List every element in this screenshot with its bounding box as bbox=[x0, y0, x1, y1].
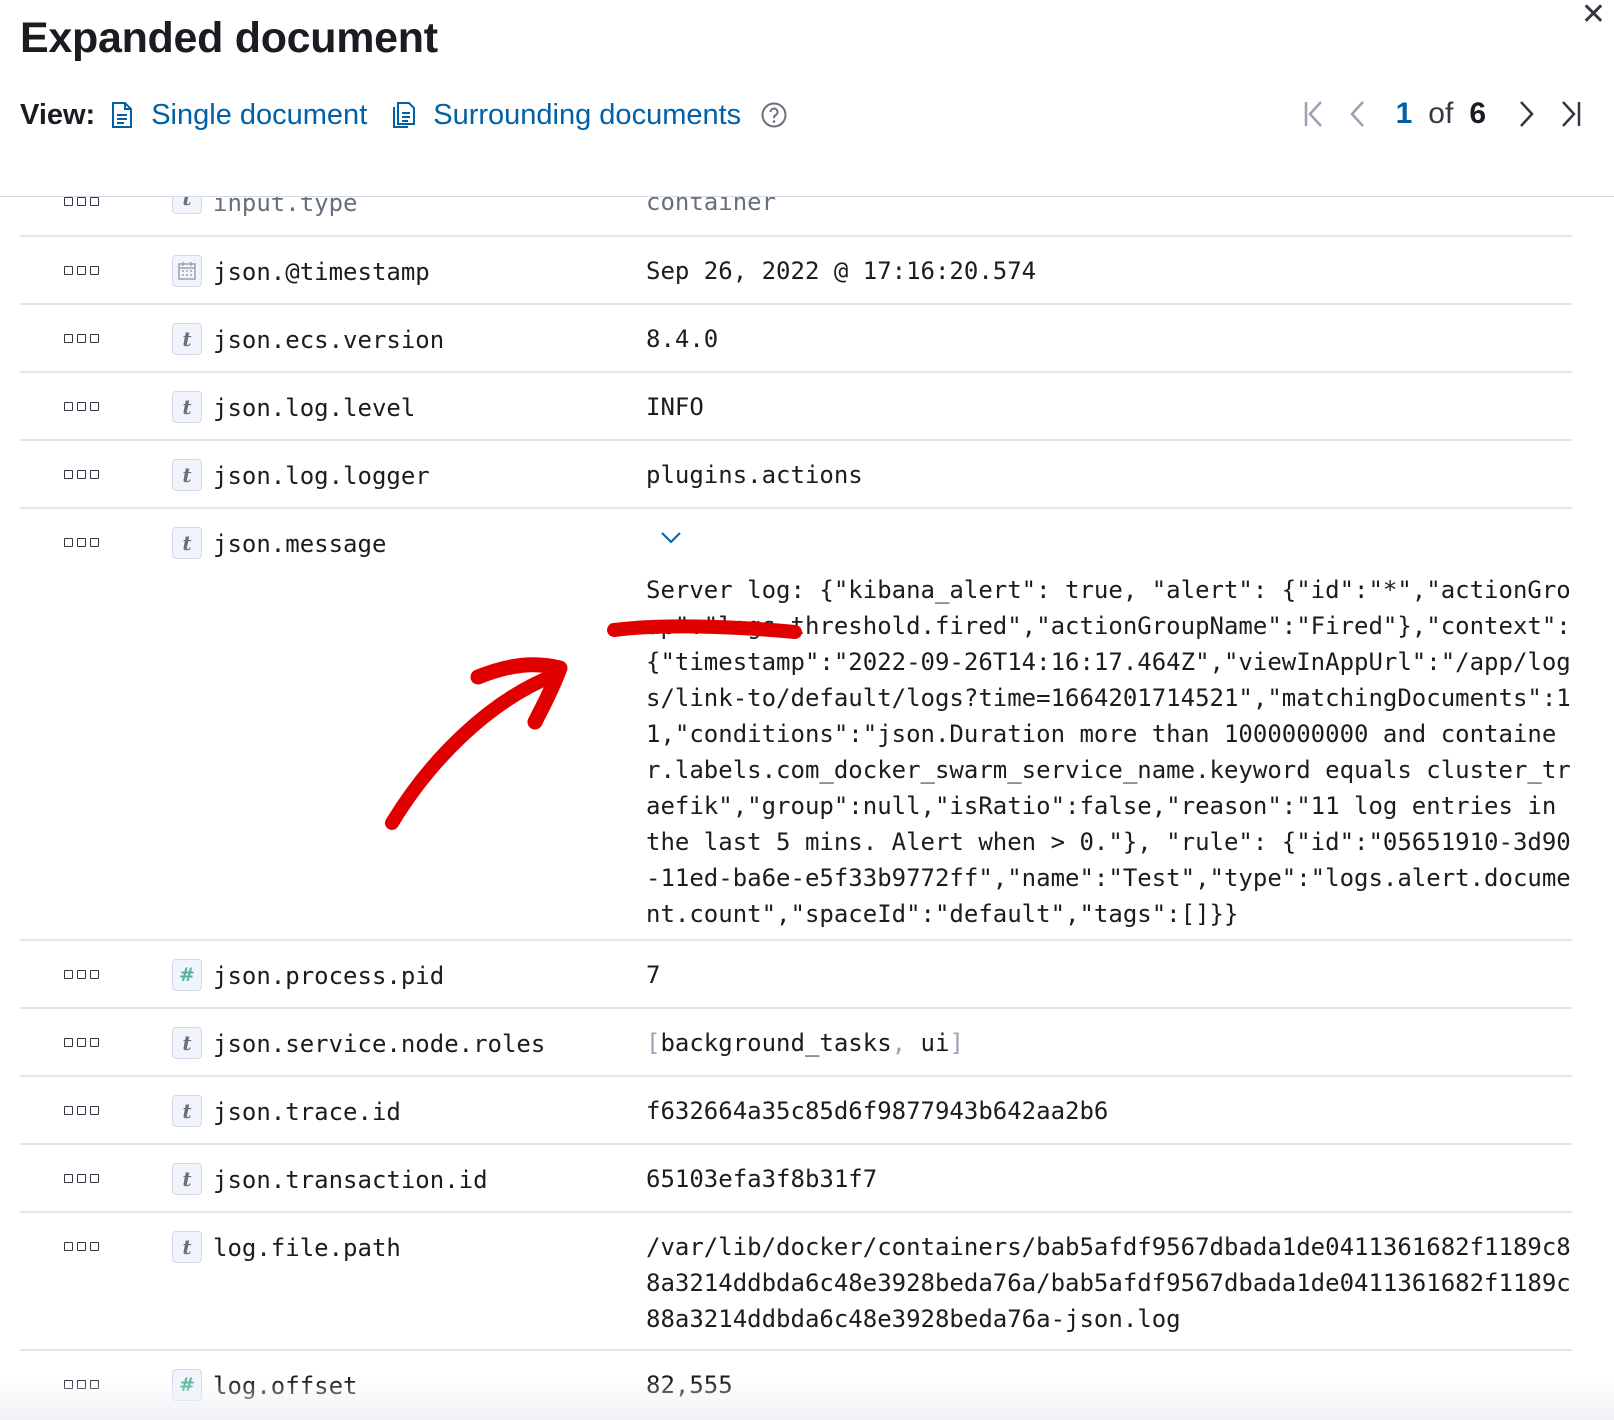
field-value: 7 bbox=[646, 961, 661, 989]
field-actions-icon[interactable] bbox=[64, 1038, 100, 1052]
text-type-icon: t bbox=[172, 459, 202, 491]
array-open-bracket: [ bbox=[646, 1029, 661, 1057]
field-actions-icon[interactable] bbox=[64, 334, 100, 348]
pager-last-icon bbox=[1562, 101, 1581, 127]
field-actions-icon[interactable] bbox=[64, 470, 100, 484]
scroll-fade bbox=[0, 1380, 1614, 1420]
array-close-bracket: ] bbox=[949, 1029, 964, 1057]
text-type-icon: t bbox=[172, 391, 202, 423]
field-name: json.@timestamp bbox=[213, 258, 430, 286]
field-name: json.transaction.id bbox=[213, 1166, 488, 1194]
pager-current-page: 1 bbox=[1395, 97, 1413, 130]
surrounding-documents-link[interactable]: Surrounding documents bbox=[391, 99, 741, 132]
field-actions-icon[interactable] bbox=[64, 1106, 100, 1120]
table-row: t json.message Server log: {"kibana_aler… bbox=[20, 509, 1572, 941]
field-name: json.trace.id bbox=[213, 1098, 401, 1126]
field-actions-icon[interactable] bbox=[64, 1242, 100, 1256]
documents-icon bbox=[393, 102, 416, 128]
text-type-icon: t bbox=[172, 323, 202, 355]
pager-first-button[interactable] bbox=[1292, 92, 1336, 136]
single-document-label: Single document bbox=[151, 98, 368, 131]
help-icon[interactable] bbox=[761, 102, 787, 128]
pager-prev-icon bbox=[1349, 101, 1364, 127]
array-separator: , bbox=[891, 1029, 907, 1057]
field-name: json.log.logger bbox=[213, 462, 430, 490]
field-value: /var/lib/docker/containers/bab5afdf9567d… bbox=[646, 1233, 1571, 1333]
number-type-icon: # bbox=[172, 959, 202, 991]
text-type-icon: t bbox=[172, 1231, 202, 1263]
field-name: log.file.path bbox=[213, 1234, 401, 1262]
pager-next-button[interactable] bbox=[1504, 92, 1548, 136]
field-value: 8.4.0 bbox=[646, 325, 719, 353]
date-type-badge bbox=[172, 255, 202, 287]
table-row: t json.log.level INFO bbox=[20, 373, 1572, 441]
field-name: json.ecs.version bbox=[213, 326, 445, 354]
field-value: Server log: {"kibana_alert": true, "aler… bbox=[646, 576, 1571, 928]
calendar-icon bbox=[178, 262, 196, 280]
field-actions-icon[interactable] bbox=[64, 402, 100, 416]
field-name: json.service.node.roles bbox=[213, 1030, 546, 1058]
field-name: json.log.level bbox=[213, 394, 416, 422]
table-row: t json.ecs.version 8.4.0 bbox=[20, 305, 1572, 373]
field-name: json.message bbox=[213, 530, 387, 558]
text-type-icon: t bbox=[172, 1027, 202, 1059]
pager-prev-button[interactable] bbox=[1336, 92, 1380, 136]
text-type-icon: t bbox=[172, 1163, 202, 1195]
array-item: ui bbox=[920, 1029, 950, 1057]
table-row: t json.log.logger plugins.actions bbox=[20, 441, 1572, 509]
pager-first-icon bbox=[1304, 101, 1322, 127]
table-row: json.@timestamp Sep 26, 2022 @ 17:16:20.… bbox=[20, 237, 1572, 305]
field-actions-icon[interactable] bbox=[64, 266, 100, 280]
field-value: f632664a35c85d6f9877943b642aa2b6 bbox=[646, 1097, 1109, 1125]
text-type-icon: t bbox=[172, 1095, 202, 1127]
array-item: background_tasks bbox=[660, 1029, 892, 1057]
pager-next-icon bbox=[1520, 101, 1534, 127]
field-value: Sep 26, 2022 @ 17:16:20.574 bbox=[646, 257, 1037, 285]
field-value: 65103efa3f8b31f7 bbox=[646, 1165, 878, 1193]
field-actions-icon[interactable] bbox=[64, 197, 100, 211]
field-actions-icon[interactable] bbox=[64, 1174, 100, 1188]
document-icon bbox=[112, 102, 133, 128]
surrounding-documents-label: Surrounding documents bbox=[433, 98, 742, 131]
pager-total-pages: 6 bbox=[1469, 97, 1486, 130]
pager-last-button[interactable] bbox=[1548, 92, 1592, 136]
page-title: Expanded document bbox=[20, 14, 438, 62]
pager-of-label: of bbox=[1428, 97, 1454, 130]
table-row: t json.service.node.roles [background_ta… bbox=[20, 1009, 1572, 1077]
table-row: t input.type container bbox=[20, 182, 1572, 237]
table-row: t json.transaction.id 65103efa3f8b31f7 bbox=[20, 1145, 1572, 1213]
field-value: INFO bbox=[646, 393, 704, 421]
view-mode-bar: View: Single document Surrounding docume… bbox=[20, 95, 787, 135]
view-label: View: bbox=[20, 98, 96, 131]
table-row: t json.trace.id f632664a35c85d6f9877943b… bbox=[20, 1077, 1572, 1145]
close-icon[interactable]: ✕ bbox=[1581, 0, 1606, 30]
table-row: # json.process.pid 7 bbox=[20, 941, 1572, 1009]
flyout-header: Expanded document ✕ View: Single documen… bbox=[0, 0, 1614, 197]
table-row: t log.file.path /var/lib/docker/containe… bbox=[20, 1213, 1572, 1351]
single-document-link[interactable]: Single document bbox=[109, 99, 367, 132]
field-name: json.process.pid bbox=[213, 962, 445, 990]
field-value: plugins.actions bbox=[646, 461, 863, 489]
text-type-icon: t bbox=[172, 527, 202, 559]
field-actions-icon[interactable] bbox=[64, 970, 100, 984]
document-pager: 1 of 6 bbox=[1292, 92, 1592, 136]
field-actions-icon[interactable] bbox=[64, 538, 100, 552]
field-value: [background_tasks, ui] bbox=[646, 1025, 1576, 1061]
chevron-down-icon[interactable] bbox=[660, 531, 682, 545]
